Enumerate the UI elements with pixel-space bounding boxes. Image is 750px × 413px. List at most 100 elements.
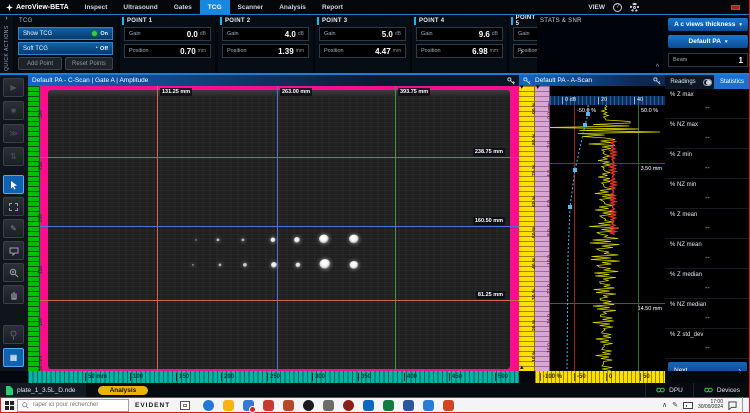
- soft-tcg-row[interactable]: Soft TCG ◔ Off: [18, 42, 113, 55]
- stats-snr-panel: STATS & SNR ^: [537, 15, 663, 73]
- taskbar-clock[interactable]: 17:00 30/09/2024: [698, 400, 723, 411]
- rect-select-tool-button[interactable]: [3, 197, 24, 216]
- taskbar-app-icon-office[interactable]: [443, 400, 454, 411]
- taskbar-app-icon-globe[interactable]: [343, 400, 354, 411]
- taskbar-app-icon-update-badged[interactable]: [263, 400, 274, 411]
- step-forward-button[interactable]: ≫: [3, 124, 24, 143]
- reset-points-button[interactable]: Reset Points: [65, 57, 113, 70]
- reading-item: % NZ median --: [665, 299, 750, 329]
- position-field[interactable]: Position 6.98 mm: [416, 44, 503, 58]
- hand-icon: [9, 290, 19, 300]
- soft-tcg-toggle[interactable]: ◔ Off: [94, 45, 108, 52]
- pointer-tool-button[interactable]: [3, 175, 24, 194]
- cscan-header[interactable]: Default PA - C-Scan | Gate A | Amplitude: [28, 75, 519, 86]
- grid-view-button[interactable]: ▦: [3, 348, 24, 367]
- horizontal-cursor[interactable]: 81.25 mm: [40, 300, 519, 301]
- taskbar-app-icon-mail[interactable]: [243, 400, 254, 411]
- pin-tool-button[interactable]: [3, 325, 24, 344]
- analysis-mode-badge[interactable]: Analysis: [98, 386, 149, 395]
- cscan-title: Default PA - C-Scan | Gate A | Amplitude: [32, 77, 148, 84]
- scale-slider-top-icon[interactable]: ▾: [520, 85, 524, 91]
- status-bar: plate_1_3.5L_D.nde Analysis DPU Devices: [0, 383, 750, 397]
- gain-field[interactable]: Gain 9.6 dB: [416, 27, 503, 41]
- gain-field[interactable]: Gain 5.0 dB: [319, 27, 406, 41]
- amplitude-color-scale[interactable]: ▾ ▴ 90 %80 %70 %60 %50 %40 %30 %20 %10 %: [519, 86, 535, 371]
- menu-gates[interactable]: Gates: [166, 0, 200, 14]
- annotation-tool-button[interactable]: [3, 241, 24, 260]
- reading-value: --: [665, 345, 750, 352]
- taskbar-app-icon-explorer[interactable]: [223, 400, 234, 411]
- taskbar-app-icon-powerpoint[interactable]: [283, 400, 294, 411]
- ascan-header[interactable]: Default PA - A-Scan: [519, 75, 665, 86]
- views-dropdown[interactable]: A c views thickness▾: [668, 18, 748, 31]
- tray-expand-icon[interactable]: ∧: [662, 401, 667, 409]
- position-field[interactable]: Position 4.47 mm: [319, 44, 406, 58]
- menu-tcg[interactable]: TCG: [200, 0, 230, 14]
- dpu-status[interactable]: DPU: [645, 383, 693, 397]
- view-menu[interactable]: VIEW: [588, 4, 605, 11]
- pencil-tool-button[interactable]: ✎: [3, 219, 24, 238]
- accent-bar: [317, 17, 319, 25]
- tab-statistics[interactable]: Statistics: [714, 75, 750, 89]
- readings-toggle[interactable]: [701, 75, 714, 89]
- taskbar-app-icon-outlook[interactable]: [423, 400, 434, 411]
- gain-unit: dB: [395, 31, 401, 37]
- zoom-tool-button[interactable]: [3, 263, 24, 282]
- quick-actions-expand-icon[interactable]: ›: [0, 15, 13, 22]
- keyboard-icon[interactable]: [683, 402, 693, 409]
- help-icon[interactable]: ?: [613, 3, 622, 12]
- points-scroll-right-icon[interactable]: ›: [516, 44, 527, 58]
- system-tray: ∧ ✎ 17:00 30/09/2024: [662, 397, 749, 413]
- file-tab[interactable]: plate_1_3.5L_D.nde: [0, 383, 86, 397]
- add-point-button[interactable]: Add Point: [18, 57, 62, 70]
- taskbar-search[interactable]: [17, 399, 129, 412]
- key-icon[interactable]: [653, 77, 661, 85]
- taskbar-app-icon-teams[interactable]: [363, 400, 374, 411]
- show-tcg-row[interactable]: Show TCG On: [18, 27, 113, 40]
- key-icon[interactable]: [523, 77, 531, 85]
- taskbar-app-icon-excel[interactable]: [383, 400, 394, 411]
- pen-icon[interactable]: ✎: [672, 401, 678, 409]
- menu-analysis[interactable]: Analysis: [271, 0, 314, 14]
- pan-tool-button[interactable]: [3, 285, 24, 304]
- gain-field[interactable]: Gain 4.0 dB: [222, 27, 309, 41]
- ascan-plot[interactable]: 0 dB2040 -50.0 % 50.0 %: [550, 86, 665, 371]
- search-input[interactable]: [32, 402, 122, 408]
- reading-item: % NZ max --: [665, 119, 750, 149]
- menu-scanner[interactable]: Scanner: [230, 0, 272, 14]
- stop-button[interactable]: ■: [3, 101, 24, 120]
- devices-status[interactable]: Devices: [693, 383, 750, 397]
- horizontal-cursor[interactable]: 238.75 mm: [40, 157, 519, 158]
- gain-field[interactable]: Gain: [513, 27, 537, 41]
- cscan-body[interactable]: 30025020015010050 mm 131.25 mm: [28, 86, 519, 371]
- collapse-chevron-icon[interactable]: ^: [656, 64, 659, 71]
- play-button[interactable]: ▶: [3, 78, 24, 97]
- task-view-icon[interactable]: [180, 401, 190, 410]
- reading-label: % NZ mean: [670, 242, 702, 248]
- horizontal-cursor[interactable]: 160.50 mm: [40, 226, 519, 227]
- taskbar-app-icon-dark-app[interactable]: [303, 400, 314, 411]
- gain-label: Gain: [421, 31, 479, 37]
- position-field[interactable]: Position 1.39 mm: [222, 44, 309, 58]
- pa-dropdown[interactable]: Default PA▾: [668, 35, 748, 48]
- taskbar-app-icon-browser[interactable]: [203, 400, 214, 411]
- menu-inspect[interactable]: Inspect: [77, 0, 116, 14]
- settings-gear-icon[interactable]: [630, 3, 639, 12]
- gain-field[interactable]: Gain 0.0 dB: [124, 27, 211, 41]
- key-icon[interactable]: [507, 77, 515, 85]
- gate-slider-top-icon[interactable]: ▾: [536, 85, 540, 91]
- taskbar-app-icon-word[interactable]: [403, 400, 414, 411]
- menu-report[interactable]: Report: [314, 0, 351, 14]
- show-tcg-toggle[interactable]: On: [91, 30, 108, 37]
- menu-ultrasound[interactable]: Ultrasound: [115, 0, 165, 14]
- show-desktop-button[interactable]: [742, 397, 745, 413]
- ascan-waveform: [550, 105, 665, 371]
- tab-readings[interactable]: Readings: [665, 75, 701, 89]
- gain-unit: dB: [200, 31, 206, 37]
- beam-field[interactable]: Beam 1: [668, 53, 748, 67]
- notification-icon[interactable]: [728, 401, 737, 410]
- swap-axes-button[interactable]: ⇅: [3, 147, 24, 166]
- position-field[interactable]: Position 0.70 mm: [124, 44, 211, 58]
- taskbar-app-icon-camera[interactable]: [323, 400, 334, 411]
- start-button[interactable]: [1, 401, 17, 410]
